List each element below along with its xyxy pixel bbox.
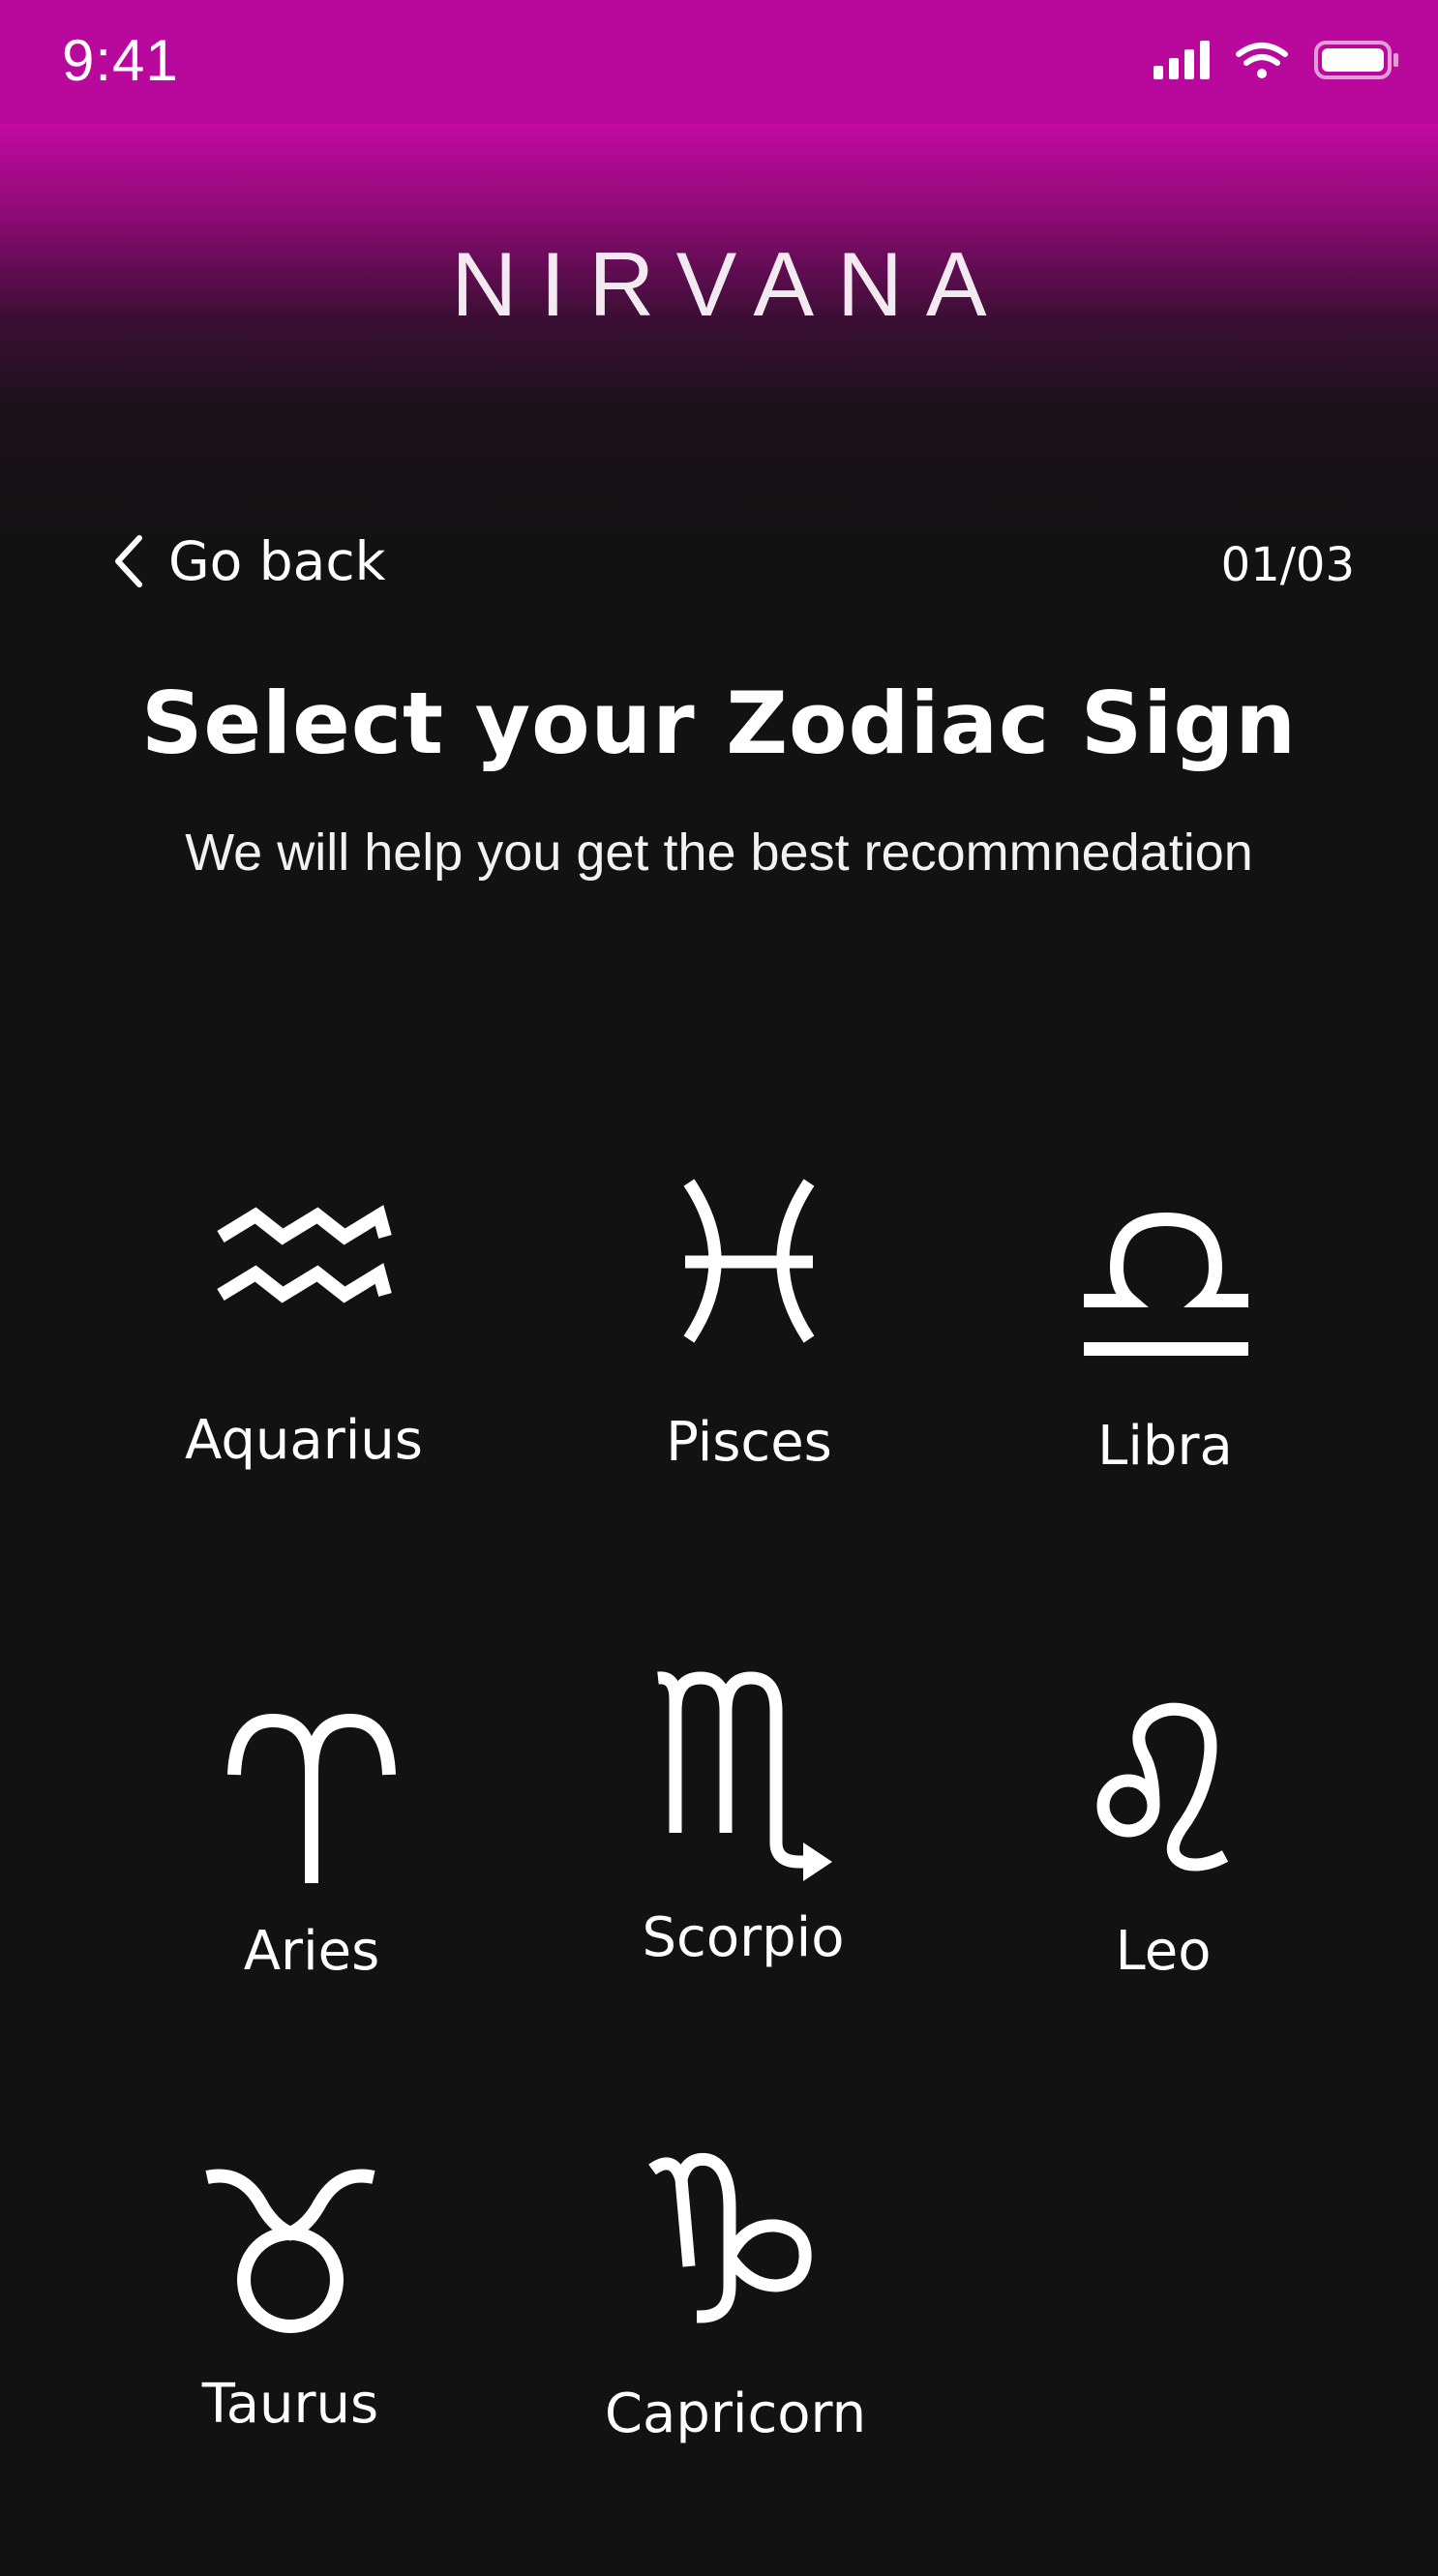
signal-icon	[1153, 41, 1210, 79]
sign-label: Aquarius	[185, 1409, 423, 1472]
libra-icon	[1084, 1212, 1248, 1356]
sign-label: Capricorn	[604, 2382, 867, 2445]
wifi-icon	[1236, 43, 1288, 78]
capricorn-icon	[648, 2152, 812, 2323]
status-bar: 9:41	[0, 0, 1438, 124]
page-title: Select your Zodiac Sign	[140, 674, 1298, 773]
battery-icon	[1314, 41, 1398, 79]
aquarius-icon	[217, 1205, 392, 1303]
taurus-icon	[205, 2169, 375, 2333]
sign-label: Libra	[1097, 1415, 1233, 1478]
brand-logo: NIRVANA	[451, 233, 1010, 335]
status-icons	[1153, 41, 1398, 79]
header-gradient	[0, 124, 1438, 550]
sign-label: Taurus	[201, 2373, 379, 2436]
pisces-icon	[683, 1179, 815, 1343]
chevron-left-icon	[115, 535, 142, 587]
sign-label: Pisces	[666, 1411, 832, 1474]
sign-label: Leo	[1115, 1920, 1212, 1983]
go-back-label: Go back	[168, 530, 386, 592]
leo-icon	[1096, 1702, 1229, 1872]
status-time: 9:41	[62, 28, 179, 93]
scorpio-icon	[657, 1671, 832, 1881]
aries-icon	[227, 1713, 396, 1883]
sign-label: Scorpio	[642, 1906, 845, 1969]
step-indicator: 01/03	[1220, 538, 1355, 592]
sign-label: Aries	[243, 1920, 380, 1983]
go-back-button[interactable]: Go back	[112, 527, 385, 595]
page-subtitle: We will help you get the best recommneda…	[185, 824, 1253, 882]
